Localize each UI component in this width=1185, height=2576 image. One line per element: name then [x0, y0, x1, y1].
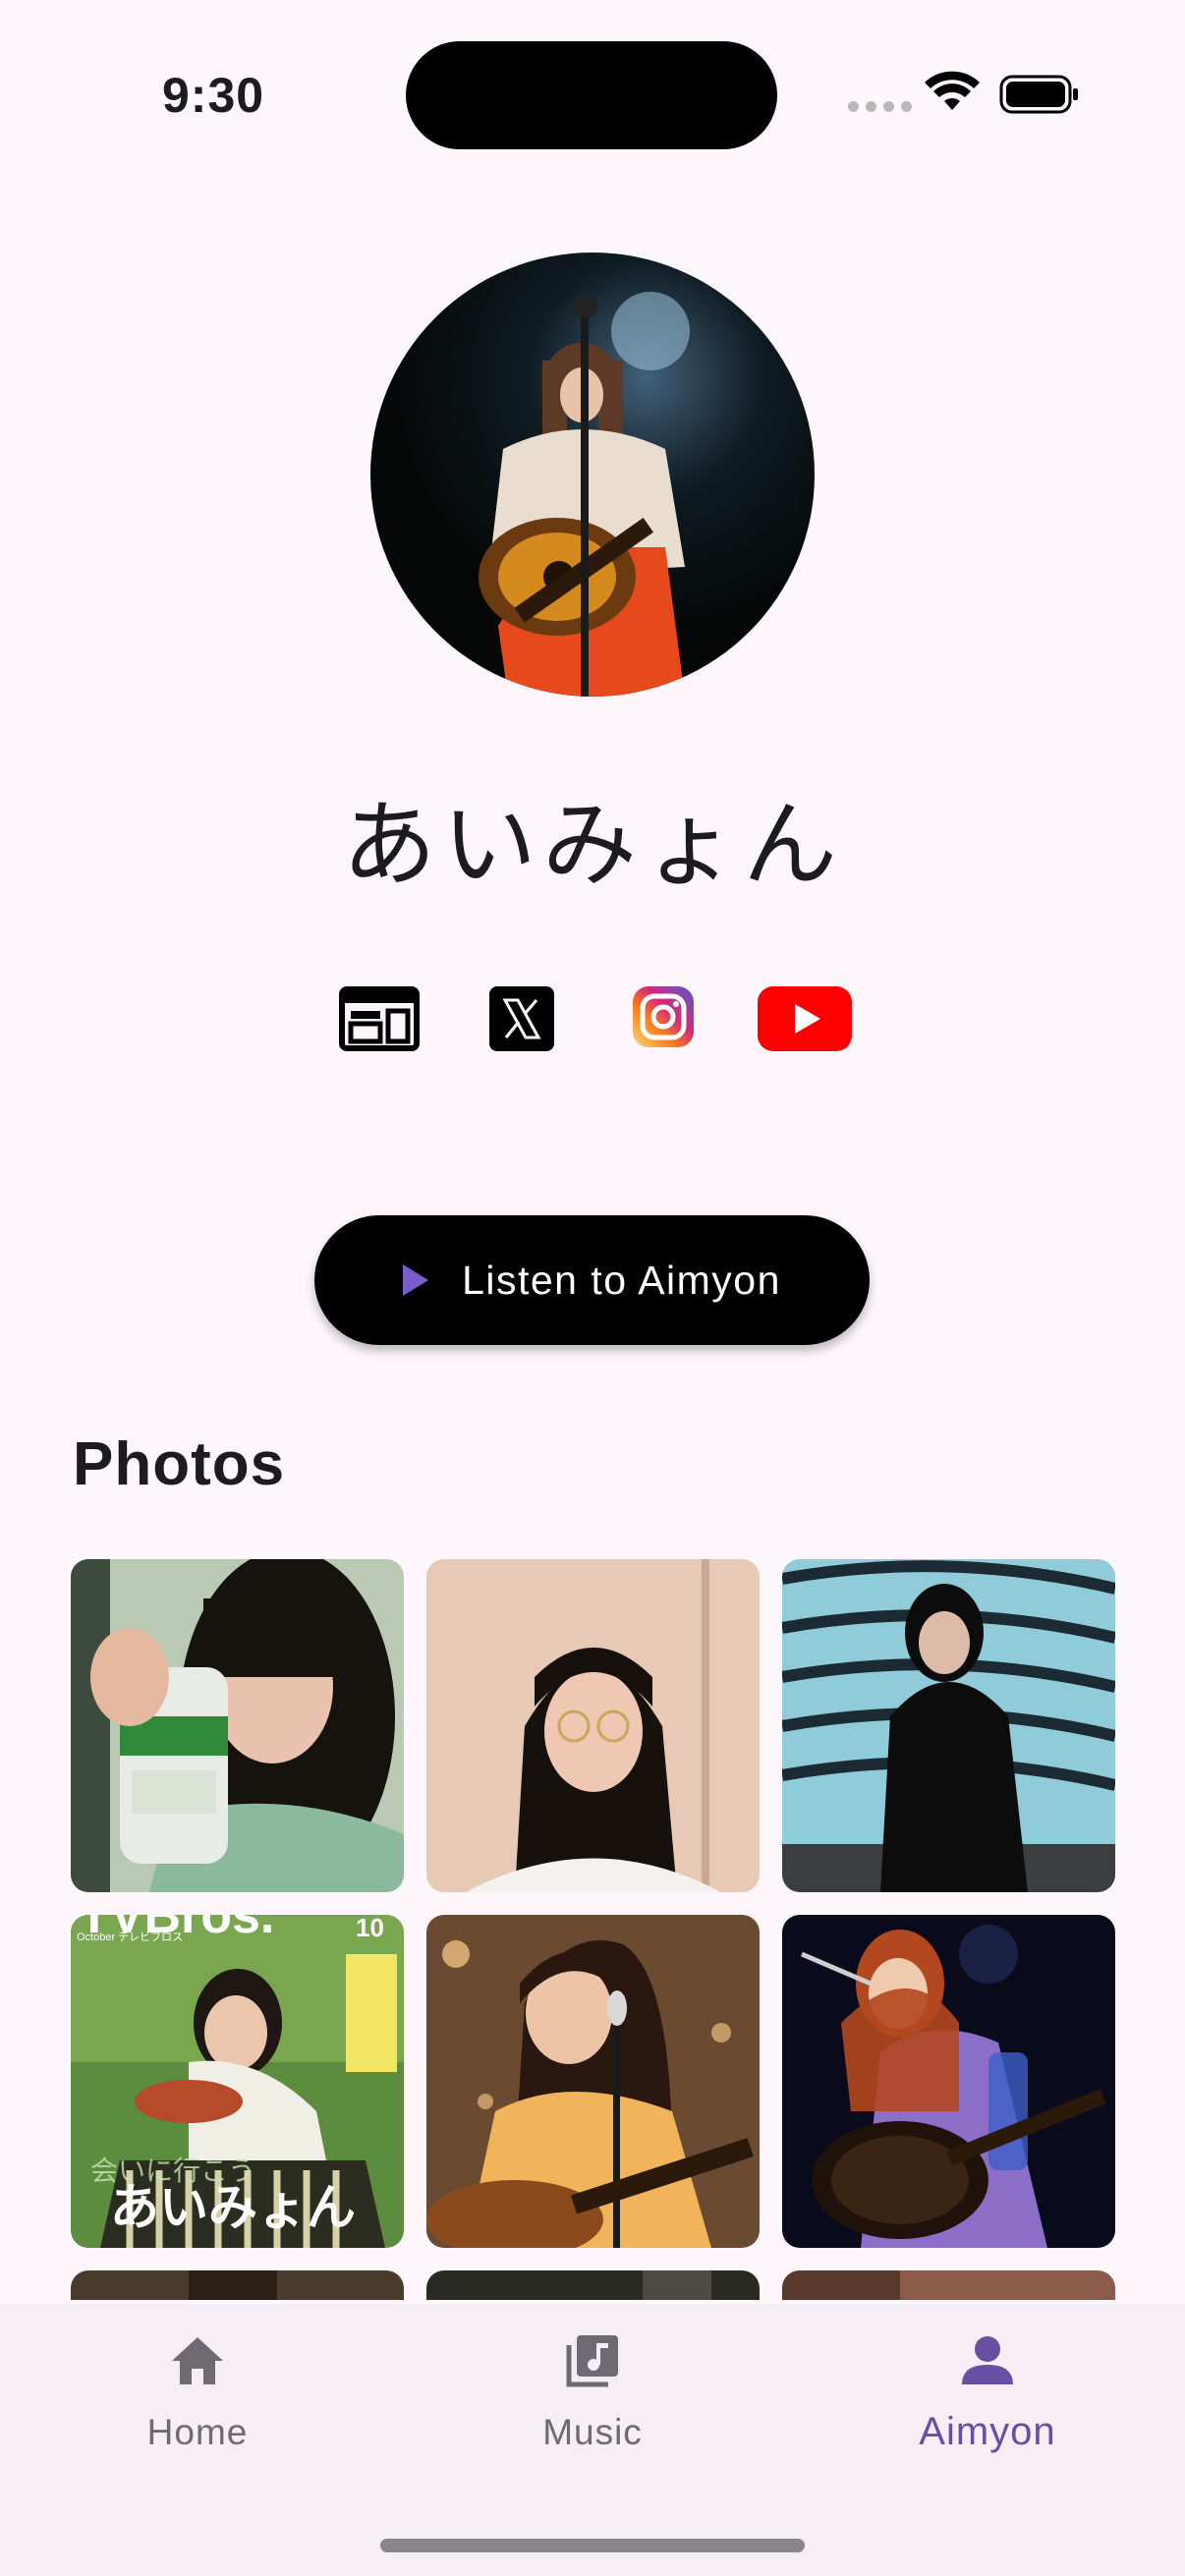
artist-photo — [479, 292, 690, 697]
x-icon[interactable] — [489, 986, 554, 1051]
photo-thumbnail[interactable] — [426, 1559, 760, 1892]
social-links — [0, 986, 1185, 1055]
photo-thumbnail[interactable] — [782, 1559, 1115, 1892]
nav-music[interactable]: Music — [395, 2304, 790, 2500]
photo-thumbnail[interactable] — [782, 1915, 1115, 2248]
nav-aimyon[interactable]: Aimyon — [790, 2304, 1185, 2500]
photo-thumbnail[interactable] — [426, 2270, 760, 2300]
cover-issue: 10 — [356, 1915, 384, 1942]
nav-home[interactable]: Home — [0, 2304, 395, 2500]
wifi-icon — [925, 71, 980, 110]
listen-button-label: Listen to Aimyon — [462, 1257, 781, 1303]
photo-thumbnail[interactable] — [782, 2270, 1115, 2300]
battery-icon — [999, 75, 1078, 114]
play-icon — [403, 1264, 429, 1296]
photo-thumbnail[interactable]: TVBros. 10 October テレビブロス 会いに行こう あいみょん — [71, 1915, 404, 2248]
listen-button[interactable]: Listen to Aimyon — [314, 1215, 870, 1345]
cover-title: あいみょん — [110, 2179, 356, 2236]
youtube-icon[interactable] — [758, 986, 852, 1051]
photos-section-title: Photos — [73, 1430, 286, 1498]
artist-avatar — [370, 252, 815, 697]
photo-thumbnail[interactable] — [426, 1915, 760, 2248]
bottom-navigation: Home Music Aimyon — [0, 2304, 1185, 2576]
person-icon — [962, 2336, 1013, 2384]
home-icon — [172, 2337, 223, 2384]
photo-thumbnail[interactable] — [71, 2270, 404, 2300]
instagram-icon[interactable] — [633, 986, 694, 1047]
cellular-signal-icon — [848, 101, 912, 112]
dynamic-island — [406, 41, 777, 149]
nav-music-label: Music — [542, 2412, 643, 2452]
artist-name: あいみょん — [342, 790, 843, 900]
home-indicator — [380, 2539, 805, 2552]
status-time: 9:30 — [162, 68, 265, 123]
nav-aimyon-label: Aimyon — [919, 2410, 1056, 2453]
photo-thumbnail[interactable] — [71, 1559, 404, 1892]
nav-home-label: Home — [146, 2412, 249, 2452]
web-icon[interactable] — [339, 986, 420, 1051]
music-library-icon — [566, 2335, 618, 2387]
cover-month: October テレビブロス — [77, 1930, 183, 1943]
